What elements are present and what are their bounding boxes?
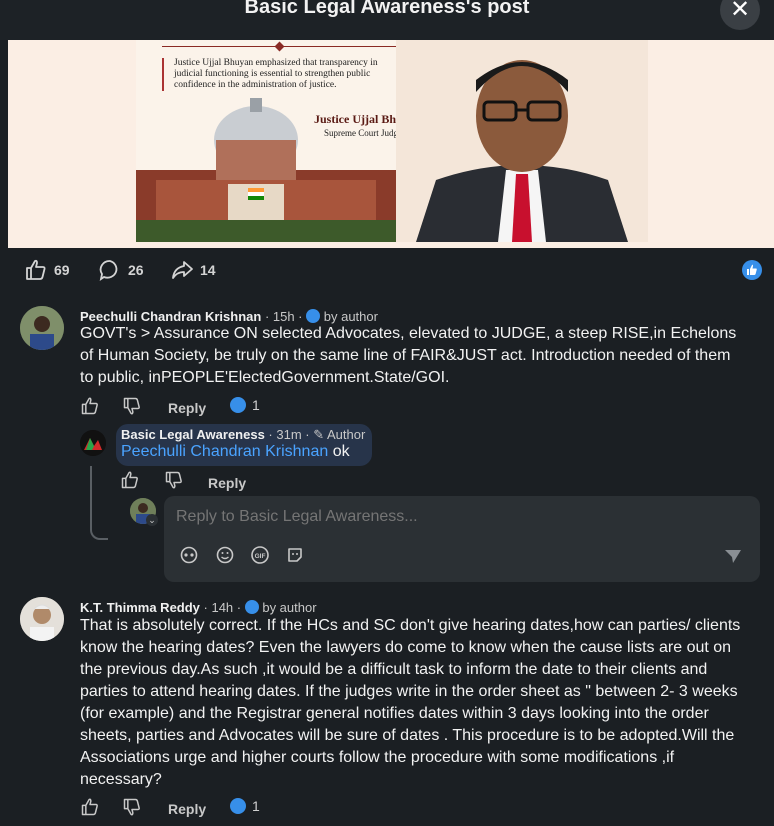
- post-header: Basic Legal Awareness's post ✕: [0, 0, 774, 40]
- close-button[interactable]: ✕: [720, 0, 760, 30]
- mention-link[interactable]: Peechulli Chandran Krishnan: [121, 443, 328, 460]
- comment-header: Peechulli Chandran Krishnan · 15h · by a…: [80, 307, 378, 324]
- reply-composer: GIF: [164, 496, 760, 582]
- thumbs-up-badge-icon: [306, 309, 321, 323]
- liked-by-author: by author: [262, 600, 317, 615]
- like-count-button[interactable]: 69: [24, 258, 70, 282]
- reply-actions: Reply: [120, 470, 320, 492]
- author-avatar[interactable]: [80, 430, 106, 456]
- avatar-photo-image: [20, 597, 64, 641]
- dislike-button[interactable]: [122, 396, 142, 416]
- send-icon[interactable]: [724, 548, 742, 564]
- gif-icon[interactable]: GIF: [250, 546, 270, 564]
- comment-count-button[interactable]: 26: [98, 258, 144, 282]
- reply-text-line: Peechulli Chandran Krishnan ok: [121, 443, 350, 461]
- avatar-photo-image: [20, 306, 64, 350]
- comment-like-count[interactable]: 1: [230, 397, 260, 413]
- thumbs-up-badge-icon: [230, 397, 246, 413]
- avatar[interactable]: [20, 597, 64, 641]
- comment-time: · 14h ·: [199, 600, 245, 615]
- comment-text: That is absolutely correct. If the HCs a…: [80, 617, 741, 788]
- thumbs-up-icon: [26, 259, 46, 280]
- comment-text: GOVT's > Assurance ON selected Advocates…: [80, 325, 737, 386]
- post-image-area: Justice Ujjal Bhuyan emphasized that tra…: [8, 40, 774, 248]
- thumbs-up-badge-icon: [244, 600, 259, 614]
- close-icon: ✕: [729, 0, 751, 23]
- pen-icon: ✎: [313, 427, 328, 442]
- comment-header: K.T. Thimma Reddy · 14h · by author: [80, 598, 317, 615]
- post-image[interactable]: Justice Ujjal Bhuyan emphasized that tra…: [136, 40, 648, 242]
- comment-like-number: 1: [252, 798, 260, 814]
- reply-button[interactable]: Reply: [208, 475, 246, 491]
- supreme-court-building-image: [136, 98, 396, 242]
- like-count: 69: [54, 262, 70, 278]
- reply-author-name[interactable]: Basic Legal Awareness: [121, 427, 265, 442]
- reply-button[interactable]: Reply: [168, 400, 206, 416]
- emoji-icon[interactable]: [216, 546, 234, 564]
- thread-connector: [90, 466, 108, 540]
- dislike-button[interactable]: [164, 470, 184, 490]
- reply-text: ok: [328, 443, 350, 460]
- comment-count: 26: [128, 262, 144, 278]
- post-title: Basic Legal Awareness's post: [244, 0, 530, 18]
- svg-text:GIF: GIF: [255, 553, 266, 560]
- reply-time: · 31m ·: [264, 427, 314, 442]
- dislike-button[interactable]: [122, 797, 142, 817]
- comment-like-count[interactable]: 1: [230, 798, 260, 814]
- ai-rewrite-icon[interactable]: [180, 546, 198, 564]
- like-button[interactable]: [120, 470, 140, 490]
- author-reply-bubble: Basic Legal Awareness · 31m · ✎ Author P…: [116, 424, 372, 466]
- poster-divider-ornament: [274, 41, 285, 52]
- reply-input[interactable]: [176, 508, 736, 526]
- comment-like-number: 1: [252, 397, 260, 413]
- avatar[interactable]: [20, 306, 64, 350]
- sticker-icon[interactable]: [286, 546, 304, 564]
- comment-actions: Reply 1: [80, 396, 380, 418]
- comment-time: · 15h ·: [261, 309, 307, 324]
- like-button[interactable]: [80, 396, 100, 416]
- reply-button[interactable]: Reply: [168, 801, 206, 817]
- commenter-name[interactable]: Peechulli Chandran Krishnan: [80, 309, 261, 324]
- chevron-down-icon[interactable]: ⌄: [146, 514, 158, 526]
- post-reactions-bar: 69 26 14: [0, 258, 774, 284]
- liked-by-author: by author: [323, 309, 378, 324]
- author-tag: Author: [327, 427, 366, 442]
- commenter-name[interactable]: K.T. Thimma Reddy: [80, 600, 200, 615]
- share-count-button[interactable]: 14: [170, 258, 216, 282]
- page-logo-image: [80, 430, 106, 456]
- thumbs-up-filled-icon: [747, 264, 757, 275]
- thumbs-up-badge-icon: [230, 798, 246, 814]
- comment-icon: [99, 260, 118, 281]
- like-reaction-badge[interactable]: [742, 260, 762, 280]
- share-count: 14: [200, 262, 216, 278]
- comment-actions: Reply 1: [80, 797, 380, 819]
- reply-header: Basic Legal Awareness · 31m · ✎ Author: [121, 427, 365, 443]
- share-icon: [172, 261, 193, 279]
- like-button[interactable]: [80, 797, 100, 817]
- justice-portrait-image: [396, 40, 648, 242]
